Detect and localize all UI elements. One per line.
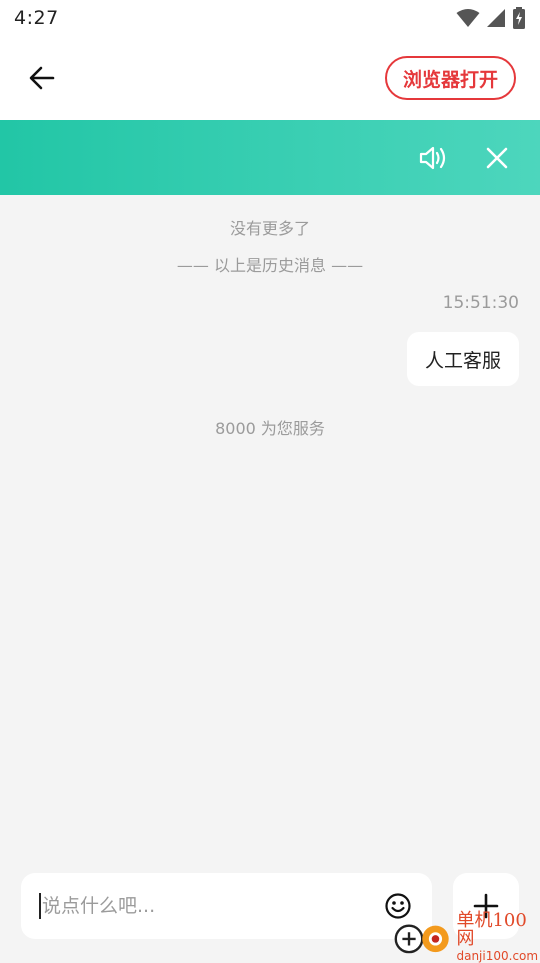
watermark-text: 单机100网 danji100.com <box>456 910 540 963</box>
watermark-logo-icon <box>394 924 449 954</box>
site-watermark: 单机100网 danji100.com <box>392 910 540 963</box>
message-timestamp: 15:51:30 <box>442 293 519 313</box>
text-cursor <box>39 893 41 919</box>
status-bar: 4:27 <box>0 0 540 36</box>
speaker-icon <box>419 146 446 169</box>
back-button[interactable] <box>24 60 60 96</box>
open-in-browser-button[interactable]: 浏览器打开 <box>384 56 516 100</box>
close-banner-button[interactable] <box>480 141 514 175</box>
battery-charging-icon <box>513 7 525 29</box>
chat-area[interactable]: 没有更多了 —— 以上是历史消息 —— 15:51:30 人工客服 8000 为… <box>0 195 540 855</box>
signal-icon <box>487 9 505 27</box>
history-divider: —— 以上是历史消息 —— <box>176 256 364 275</box>
watermark-en: danji100.com <box>456 949 539 963</box>
speaker-button[interactable] <box>416 141 450 175</box>
wifi-icon <box>456 9 480 27</box>
status-time: 4:27 <box>14 7 59 29</box>
message-input[interactable] <box>42 895 362 917</box>
close-icon <box>486 147 508 168</box>
watermark-cn: 单机100网 <box>456 910 527 949</box>
user-message-bubble[interactable]: 人工客服 <box>406 332 519 386</box>
message-input-box[interactable] <box>21 873 432 939</box>
status-icons <box>456 7 526 29</box>
app-bar: 浏览器打开 <box>0 36 540 120</box>
no-more-text: 没有更多了 <box>229 219 310 238</box>
agent-notice: 8000 为您服务 <box>215 419 325 438</box>
arrow-left-icon <box>29 66 55 90</box>
chat-banner <box>0 120 540 195</box>
